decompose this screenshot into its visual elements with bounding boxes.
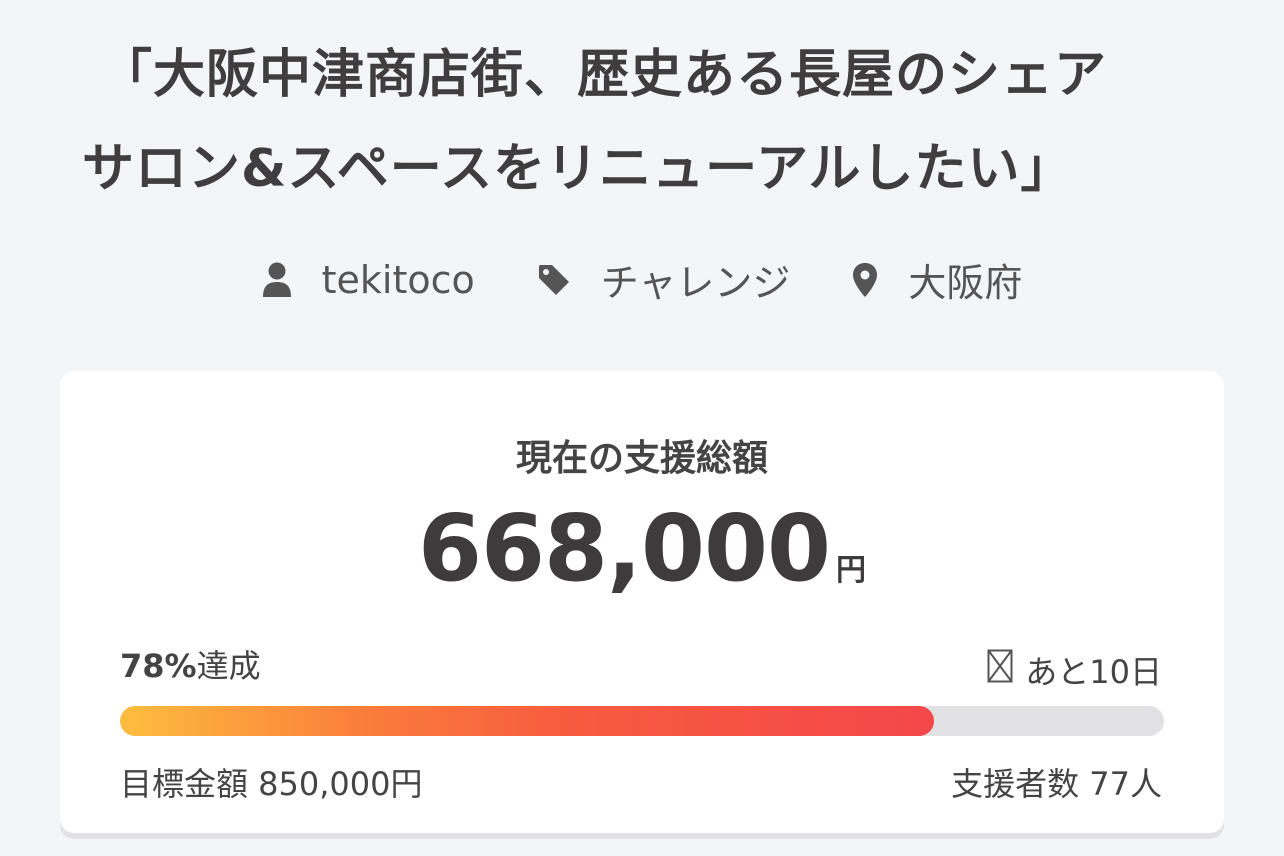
- remaining-days-text: あと10日: [1025, 653, 1162, 691]
- project-meta: tekitoco チャレンジ 大阪府: [0, 252, 1284, 307]
- progress-bar: [120, 706, 1164, 736]
- author-link[interactable]: tekitoco: [262, 258, 475, 302]
- supporter-count: 支援者数 77人: [951, 765, 1162, 803]
- funding-label: 現在の支援総額: [515, 438, 768, 479]
- location-pin-icon: [852, 262, 878, 298]
- funding-card: 現在の支援総額 668,000 円 78%達成 あと10日 目標金額 850,00…: [60, 371, 1224, 833]
- achievement-suffix: 達成: [196, 647, 261, 685]
- remaining-days: あと10日: [987, 647, 1162, 693]
- location-name: 大阪府: [908, 261, 1023, 305]
- project-title-line2: サロン&スペースをリニューアルしたい」: [82, 139, 1074, 199]
- category-link[interactable]: チャレンジ: [537, 252, 791, 307]
- author-name: tekitoco: [321, 257, 475, 302]
- project-title: 「大阪中津商店街、歴史ある長屋のシェア サロン&スペースをリニューアルしたい」: [0, 28, 1284, 216]
- funding-amount-value: 668,000: [417, 495, 831, 602]
- project-title-line1: 「大阪中津商店街、歴史ある長屋のシェア: [100, 45, 1108, 105]
- category-name: チャレンジ: [600, 261, 791, 305]
- hourglass-icon: [987, 649, 1013, 691]
- location-link[interactable]: 大阪府: [852, 252, 1022, 307]
- funding-amount: 668,000 円: [60, 495, 1224, 602]
- funding-amount-unit: 円: [836, 553, 867, 588]
- achievement-percent: 78%: [120, 647, 197, 685]
- progress-bar-fill: [120, 706, 935, 736]
- tag-icon: [537, 263, 571, 297]
- person-icon: [262, 262, 292, 298]
- goal-amount: 目標金額 850,000円: [120, 765, 423, 803]
- achievement-rate: 78%達成: [120, 641, 261, 687]
